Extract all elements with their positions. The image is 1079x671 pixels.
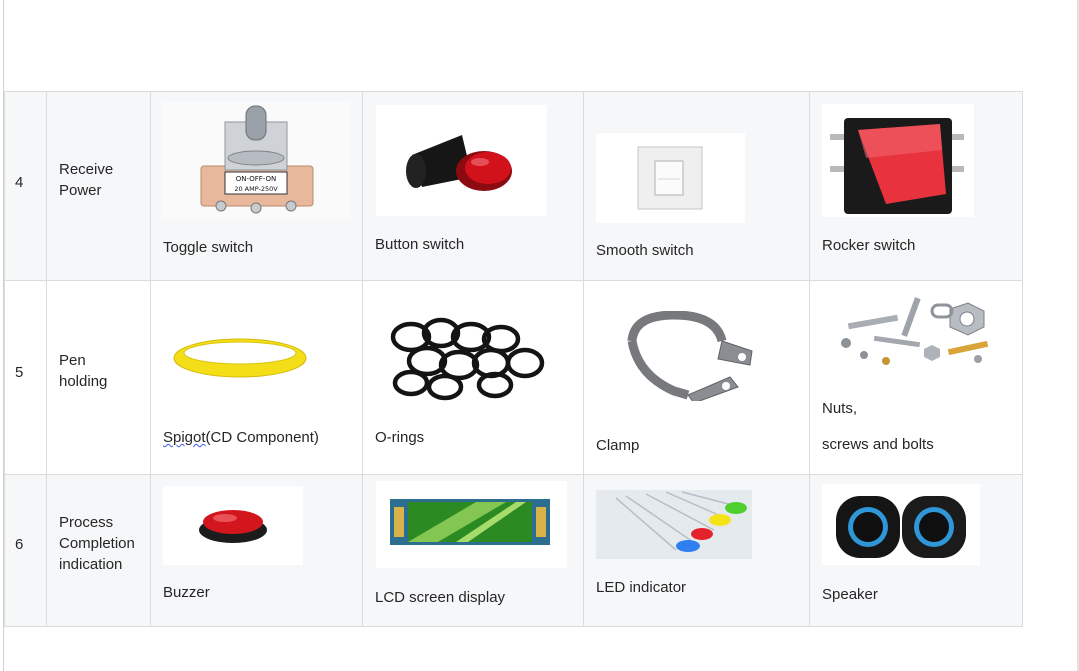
row-number: 6 bbox=[15, 536, 24, 553]
cell-spigot: Spigot(CD Component) bbox=[150, 280, 363, 475]
cell-nuts-screws-bolts: Nuts, screws and bolts bbox=[809, 280, 1023, 475]
purpose-line: Process bbox=[59, 514, 114, 531]
cell-button-switch: Button switch bbox=[362, 91, 584, 281]
cell-smooth-switch: Smooth switch bbox=[583, 91, 810, 281]
caption-button-switch: Button switch bbox=[375, 236, 465, 253]
purpose-line: Power bbox=[59, 182, 102, 199]
cell-o-rings: O-rings bbox=[362, 280, 584, 475]
cell-toggle-switch: ON-OFF-ON 20 AMP-250V Toggle switch bbox=[150, 91, 363, 281]
cell-clamp: Clamp bbox=[583, 280, 810, 475]
purpose-line: Pen bbox=[59, 352, 86, 369]
cell-row-number: 6 bbox=[4, 474, 47, 627]
row-number: 5 bbox=[15, 364, 24, 381]
cell-led-indicator: LED indicator bbox=[583, 474, 810, 627]
clamp-image bbox=[622, 311, 762, 401]
spigot-image bbox=[169, 331, 311, 381]
toggle-label-text: ON-OFF-ON bbox=[236, 175, 277, 183]
toggle-switch-image: ON-OFF-ON 20 AMP-250V bbox=[163, 102, 350, 219]
rocker-switch-image bbox=[822, 104, 974, 217]
caption-smooth-switch: Smooth switch bbox=[596, 242, 694, 259]
table-row-6: 6 Process Completion indication Buzzer L… bbox=[4, 474, 1023, 627]
cell-row-number: 4 bbox=[4, 91, 47, 281]
speaker-image bbox=[822, 484, 980, 565]
cell-purpose: Receive Power bbox=[46, 91, 151, 281]
caption-lcd-screen: LCD screen display bbox=[375, 589, 506, 606]
caption-led-indicator: LED indicator bbox=[596, 579, 687, 596]
caption-buzzer: Buzzer bbox=[163, 584, 210, 601]
components-table: 4 Receive Power ON-OFF-ON 20 AMP-250V To… bbox=[4, 91, 1023, 627]
purpose-text: Pen holding bbox=[59, 350, 149, 392]
cell-rocker-switch: Rocker switch bbox=[809, 91, 1023, 281]
cell-speaker: Speaker bbox=[809, 474, 1023, 627]
caption-speaker: Speaker bbox=[822, 586, 878, 603]
caption-toggle-switch: Toggle switch bbox=[163, 239, 254, 256]
caption-nuts: Nuts, bbox=[822, 400, 858, 417]
purpose-text: Receive Power bbox=[59, 159, 149, 201]
led-indicator-image bbox=[596, 490, 752, 559]
purpose-text: Process Completion indication bbox=[59, 512, 149, 575]
table-row-5: 5 Pen holding Spigot(CD Component) O-rin… bbox=[4, 280, 1023, 475]
cell-purpose: Pen holding bbox=[46, 280, 151, 475]
button-switch-image bbox=[376, 105, 547, 216]
table-row-4: 4 Receive Power ON-OFF-ON 20 AMP-250V To… bbox=[4, 91, 1023, 281]
purpose-line: indication bbox=[59, 556, 123, 573]
caption-clamp: Clamp bbox=[596, 437, 640, 454]
smooth-switch-image bbox=[596, 133, 745, 223]
nuts-screws-bolts-image bbox=[828, 289, 998, 374]
caption-o-rings: O-rings bbox=[375, 429, 425, 446]
lcd-screen-image bbox=[376, 481, 567, 568]
row-number: 4 bbox=[15, 174, 24, 191]
cell-lcd-screen: LCD screen display bbox=[362, 474, 584, 627]
cell-purpose: Process Completion indication bbox=[46, 474, 151, 627]
cell-row-number: 5 bbox=[4, 280, 47, 475]
o-rings-image bbox=[383, 301, 551, 401]
caption-spigot: Spigot(CD Component) bbox=[163, 427, 319, 448]
purpose-line: Completion bbox=[59, 535, 135, 552]
caption-spigot-rest: (CD Component) bbox=[205, 429, 319, 446]
caption-rocker-switch: Rocker switch bbox=[822, 237, 916, 254]
caption-screws-and-bolts: screws and bolts bbox=[822, 436, 934, 453]
purpose-line: holding bbox=[59, 373, 108, 390]
toggle-rating-text: 20 AMP-250V bbox=[234, 185, 278, 193]
buzzer-image bbox=[163, 486, 303, 565]
cell-buzzer: Buzzer bbox=[150, 474, 363, 627]
purpose-line: Receive bbox=[59, 161, 114, 178]
caption-spigot-word: Spigot bbox=[163, 429, 206, 446]
